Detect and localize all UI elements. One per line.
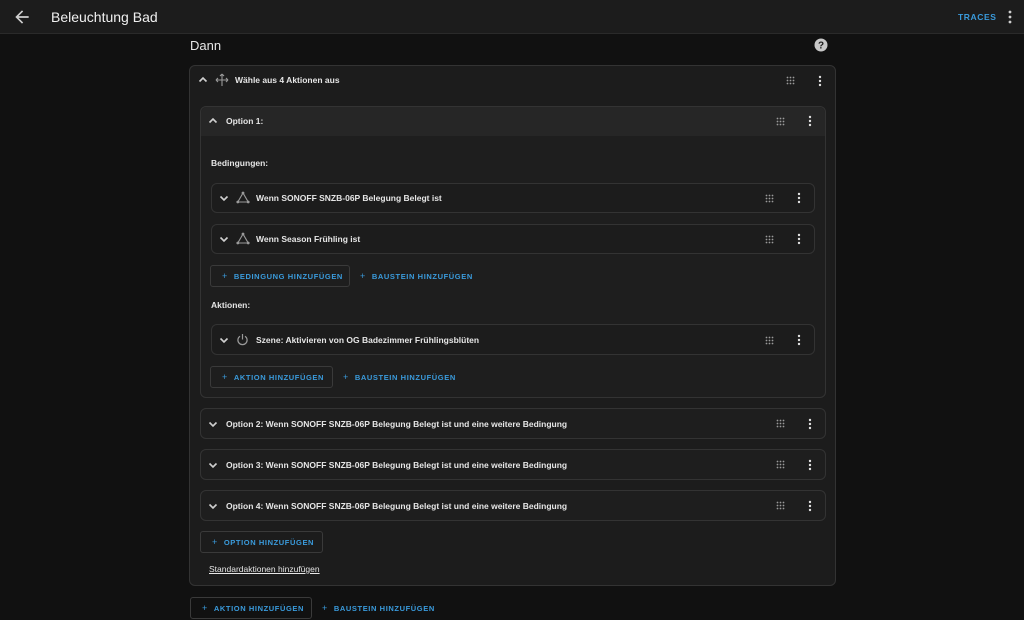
chevron-up-icon[interactable] [208,116,218,126]
drag-handle-icon[interactable] [776,460,785,469]
add-block-label: BAUSTEIN HINZUFÜGEN [371,272,473,281]
plus-icon: + [322,603,328,613]
add-option-label: OPTION HINZUFÜGEN [223,538,315,547]
actions-heading: Aktionen: [211,300,251,310]
chevron-down-icon[interactable] [208,419,218,429]
chevron-down-icon[interactable] [219,234,229,244]
condition-label: Wenn SONOFF SNZB-06P Belegung Belegt ist [256,193,442,203]
chevron-down-icon[interactable] [219,193,229,203]
drag-handle-icon[interactable] [776,117,785,126]
action-menu-icon[interactable] [796,334,802,346]
conditions-heading: Bedingungen: [211,158,269,168]
condition-menu-icon[interactable] [796,233,802,245]
option-1-menu-icon[interactable] [807,115,813,127]
plus-icon: + [202,603,208,613]
state-triangle-icon [236,191,250,204]
chevron-down-icon[interactable] [219,335,229,345]
svg-text:?: ? [818,41,824,52]
add-action-block-button[interactable]: + BAUSTEIN HINZUFÜGEN [343,367,456,389]
drag-handle-icon[interactable] [786,76,795,85]
option-1-label: Option 1: [226,116,264,126]
plus-icon: + [360,271,366,281]
option-4-label: Option 4: Wenn SONOFF SNZB-06P Belegung … [226,501,568,511]
condition-menu-icon[interactable] [796,192,802,204]
add-block-footer-label: BAUSTEIN HINZUFÜGEN [333,604,435,613]
add-condition-button[interactable]: + BEDINGUNG HINZUFÜGEN [210,265,350,287]
plus-icon: + [212,537,218,547]
add-action-button[interactable]: + AKTION HINZUFÜGEN [210,366,333,388]
traces-button[interactable]: TRACES [958,12,997,22]
add-condition-label: BEDINGUNG HINZUFÜGEN [233,272,343,281]
option-3-label: Option 3: Wenn SONOFF SNZB-06P Belegung … [226,460,568,470]
page-title: Beleuchtung Bad [51,9,158,25]
plus-icon: + [222,271,228,281]
section-title: Dann [190,38,222,53]
choose-label: Wähle aus 4 Aktionen aus [235,75,340,85]
option-1-header[interactable] [201,107,825,136]
add-action-footer-label: AKTION HINZUFÜGEN [213,604,305,613]
back-arrow-icon[interactable] [12,7,32,27]
chevron-down-icon[interactable] [208,460,218,470]
default-actions-link[interactable]: Standardaktionen hinzufügen [209,564,320,574]
drag-handle-icon[interactable] [776,501,785,510]
condition-label: Wenn Season Frühling ist [256,234,361,244]
option-3-menu-icon[interactable] [807,459,813,471]
add-action-label: AKTION HINZUFÜGEN [233,373,325,382]
add-action-block-label: BAUSTEIN HINZUFÜGEN [354,373,456,382]
arrow-decision-icon [215,73,229,86]
drag-handle-icon[interactable] [765,235,774,244]
option-4-menu-icon[interactable] [807,500,813,512]
overflow-menu-icon[interactable] [1003,9,1017,25]
chevron-up-icon[interactable] [198,75,208,85]
choose-menu-icon[interactable] [817,75,823,87]
plus-icon: + [343,372,349,382]
option-2-menu-icon[interactable] [807,418,813,430]
plus-icon: + [222,372,228,382]
help-icon[interactable]: ? [814,38,828,52]
top-app-bar: Beleuchtung Bad TRACES [0,0,1024,34]
power-icon [237,334,248,346]
add-block-footer-button[interactable]: + BAUSTEIN HINZUFÜGEN [322,598,435,620]
drag-handle-icon[interactable] [765,194,774,203]
drag-handle-icon[interactable] [765,336,774,345]
chevron-down-icon[interactable] [208,501,218,511]
option-2-label: Option 2: Wenn SONOFF SNZB-06P Belegung … [226,419,568,429]
state-triangle-icon [236,232,250,245]
action-label: Szene: Aktivieren von OG Badezimmer Früh… [256,335,480,345]
add-block-button[interactable]: + BAUSTEIN HINZUFÜGEN [360,266,473,288]
drag-handle-icon[interactable] [776,419,785,428]
add-option-button[interactable]: + OPTION HINZUFÜGEN [200,531,323,553]
